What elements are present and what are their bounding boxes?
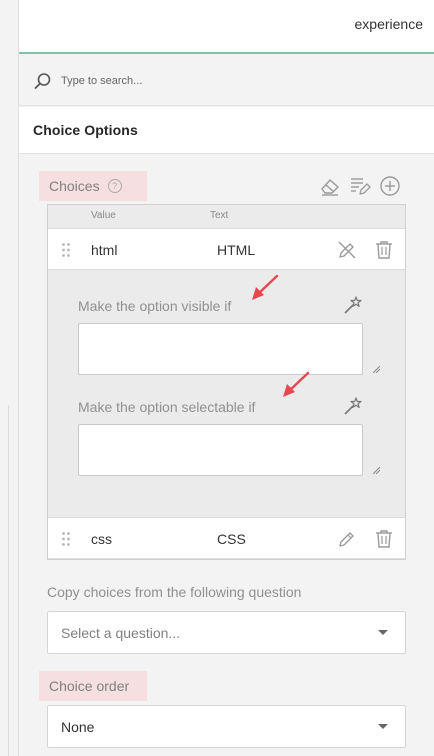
edit-choices-button[interactable]	[349, 175, 371, 197]
clear-choices-button[interactable]	[319, 175, 341, 197]
magic-wand-icon[interactable]	[342, 395, 364, 417]
top-bar: experience	[19, 0, 434, 54]
choice-order-value: None	[61, 719, 95, 735]
pencil-off-icon	[338, 241, 356, 259]
trash-icon	[376, 241, 392, 259]
selectable-if-field[interactable]	[78, 424, 363, 476]
choices-label: Choices ?	[39, 171, 147, 201]
column-header-value: Value	[91, 210, 116, 221]
copy-choices-label: Copy choices from the following question	[47, 584, 302, 600]
resize-grip-icon[interactable]	[373, 467, 380, 474]
copy-choices-placeholder: Select a question...	[61, 625, 181, 641]
choice-text[interactable]: CSS	[217, 531, 246, 547]
choice-text[interactable]: HTML	[217, 242, 255, 258]
chevron-down-icon	[378, 724, 388, 729]
choice-row-css[interactable]: css CSS	[48, 517, 405, 559]
experience-tab[interactable]: experience	[355, 16, 424, 32]
choice-order-label-text: Choice order	[49, 678, 130, 694]
drag-handle-icon[interactable]	[61, 531, 71, 547]
choices-label-text: Choices	[49, 178, 100, 194]
choice-order-select[interactable]: None	[47, 705, 406, 748]
choice-value[interactable]: html	[91, 242, 117, 258]
delete-choice-button[interactable]	[373, 239, 395, 261]
choices-table: Value Text html HTML Make the option vis…	[47, 204, 406, 560]
annotation-arrow-icon	[283, 371, 310, 397]
property-panel: experience Choice Options Choices ?	[18, 0, 434, 756]
section-header[interactable]: Choice Options	[19, 107, 434, 154]
pencil-icon	[339, 532, 354, 547]
help-icon[interactable]: ?	[107, 179, 122, 193]
collapse-choice-button[interactable]	[336, 239, 358, 261]
column-header-text: Text	[210, 210, 229, 221]
search-input[interactable]	[61, 71, 401, 91]
trash-icon	[376, 530, 392, 548]
copy-choices-select[interactable]: Select a question...	[47, 611, 406, 654]
choice-order-label: Choice order	[39, 671, 147, 701]
choices-toolbar	[319, 175, 401, 197]
visible-if-label: Make the option visible if	[78, 298, 232, 314]
left-edge-strip	[0, 0, 18, 756]
list-edit-icon	[351, 178, 371, 195]
choice-value[interactable]: css	[91, 531, 112, 547]
search-bar	[19, 56, 434, 106]
eraser-icon	[321, 179, 339, 196]
choice-row-html[interactable]: html HTML	[48, 228, 405, 270]
choice-detail-panel: Make the option visible if Make the opti…	[48, 272, 405, 516]
section-title: Choice Options	[33, 122, 138, 138]
plus-circle-icon	[380, 176, 400, 196]
search-icon	[34, 73, 51, 89]
add-choice-button[interactable]	[379, 175, 401, 197]
annotation-arrow-icon	[252, 274, 279, 300]
edit-choice-button[interactable]	[336, 528, 358, 550]
drag-handle-icon[interactable]	[61, 242, 71, 258]
left-divider-line	[8, 405, 9, 756]
visible-if-field[interactable]	[78, 323, 363, 375]
magic-wand-icon[interactable]	[342, 294, 364, 316]
selectable-if-label: Make the option selectable if	[78, 399, 256, 415]
delete-choice-button[interactable]	[373, 528, 395, 550]
resize-grip-icon[interactable]	[373, 366, 380, 373]
chevron-down-icon	[378, 630, 388, 635]
